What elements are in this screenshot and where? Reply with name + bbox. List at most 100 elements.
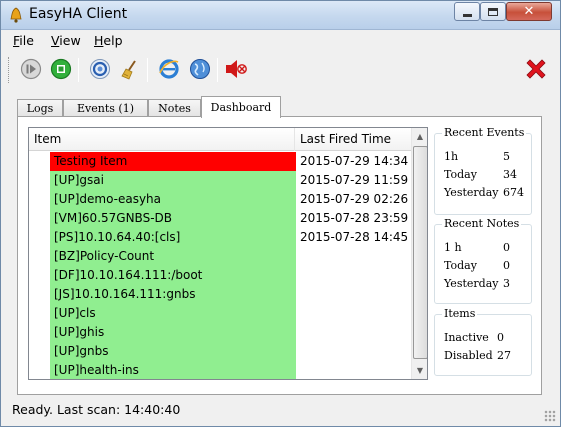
group-title: Recent Events bbox=[442, 126, 527, 139]
status-bar: Ready. Last scan: 14:40:40 bbox=[1, 396, 560, 426]
exit-x-icon bbox=[526, 59, 546, 79]
list-header: Item Last Fired Time bbox=[29, 128, 411, 151]
last-fired-cell: 2015-07-29 11:59 bbox=[300, 173, 409, 187]
menu-help[interactable]: Help bbox=[94, 33, 123, 48]
scroll-up-icon[interactable]: ▲ bbox=[412, 128, 427, 145]
item-cell: [JS]10.10.164.111:gnbs bbox=[50, 285, 296, 304]
menu-file[interactable]: File bbox=[13, 33, 34, 48]
stat-label: Disabled bbox=[444, 349, 493, 362]
toolbar-separator bbox=[217, 58, 218, 82]
stop-icon bbox=[50, 58, 72, 80]
list-row[interactable]: [UP]gsai 2015-07-29 11:59 bbox=[29, 171, 411, 190]
toolbar-separator bbox=[78, 58, 79, 82]
start-icon bbox=[20, 58, 42, 80]
last-fired-cell bbox=[295, 342, 411, 361]
close-icon: ✕ bbox=[523, 4, 535, 19]
last-fired-cell bbox=[295, 285, 411, 304]
item-cell: Testing Item bbox=[50, 152, 296, 171]
stat-value: 34 bbox=[503, 168, 517, 181]
toolbar-separator bbox=[147, 58, 148, 82]
tab-logs[interactable]: Logs bbox=[17, 99, 63, 117]
refresh-button[interactable] bbox=[87, 56, 113, 82]
stat-value: 0 bbox=[503, 259, 510, 272]
item-cell: [UP]gnbs bbox=[50, 342, 296, 361]
recent-events-group: Recent Events 1h 5 Today 34 Yesterday 67… bbox=[434, 126, 532, 215]
list-row[interactable]: [UP]health-ins bbox=[29, 361, 411, 379]
list-row[interactable]: [BZ]Policy-Count bbox=[29, 247, 411, 266]
clean-button[interactable] bbox=[117, 56, 143, 82]
window-title: EasyHA Client bbox=[29, 6, 128, 22]
list-row[interactable]: [UP]cls bbox=[29, 304, 411, 323]
item-cell: [UP]health-ins bbox=[50, 361, 296, 379]
list-row[interactable]: [DF]10.10.164.111:/boot bbox=[29, 266, 411, 285]
stat-label: Yesterday bbox=[444, 277, 499, 290]
list-row[interactable]: [VM]60.57GNBS-DB 2015-07-28 23:59 bbox=[29, 209, 411, 228]
stat-label: Inactive bbox=[444, 331, 489, 344]
stat-value: 27 bbox=[497, 349, 511, 362]
list-row[interactable]: [UP]demo-easyha 2015-07-29 02:26 bbox=[29, 190, 411, 209]
recent-notes-group: Recent Notes 1 h 0 Today 0 Yesterday 3 bbox=[434, 217, 532, 304]
column-header-last-fired[interactable]: Last Fired Time bbox=[295, 128, 411, 151]
close-button[interactable]: ✕ bbox=[506, 2, 552, 21]
tab-events[interactable]: Events (1) bbox=[63, 99, 148, 117]
start-button[interactable] bbox=[18, 56, 44, 82]
speaker-mute-icon bbox=[226, 60, 247, 78]
list-row[interactable]: [UP]ghis bbox=[29, 323, 411, 342]
item-cell: [PS]10.10.64.40:[cls] bbox=[50, 228, 296, 247]
mute-button[interactable] bbox=[223, 56, 249, 82]
stat-value: 3 bbox=[503, 277, 510, 290]
list-body: Testing Item 2015-07-29 14:34 [UP]gsai 2… bbox=[29, 152, 411, 379]
menu-view[interactable]: View bbox=[51, 33, 81, 48]
last-fired-cell: 2015-07-28 23:59 bbox=[300, 211, 409, 225]
resize-grip-icon[interactable] bbox=[544, 410, 556, 422]
web-button[interactable] bbox=[187, 56, 213, 82]
minimize-button[interactable] bbox=[454, 2, 480, 21]
maximize-icon bbox=[488, 7, 498, 16]
dashboard-panel: Item Last Fired Time Testing Item 2015-0… bbox=[17, 116, 542, 395]
item-cell: [UP]cls bbox=[50, 304, 296, 323]
tab-dashboard[interactable]: Dashboard bbox=[201, 96, 281, 118]
group-title: Items bbox=[442, 307, 478, 320]
list-row[interactable]: [PS]10.10.64.40:[cls] 2015-07-28 14:45 bbox=[29, 228, 411, 247]
stat-label: Today bbox=[444, 168, 477, 181]
item-cell: [BZ]Policy-Count bbox=[50, 247, 296, 266]
toolbar-grip[interactable] bbox=[8, 57, 11, 83]
items-group: Items Inactive 0 Disabled 27 bbox=[434, 307, 532, 376]
stat-label: 1 h bbox=[444, 241, 462, 254]
scroll-down-icon[interactable]: ▼ bbox=[412, 362, 427, 379]
menu-bar: File View Help bbox=[1, 30, 560, 51]
internet-explorer-icon bbox=[159, 59, 179, 79]
column-header-item[interactable]: Item bbox=[29, 128, 295, 151]
stat-label: Today bbox=[444, 259, 477, 272]
item-cell: [UP]demo-easyha bbox=[50, 190, 296, 209]
title-bar[interactable]: EasyHA Client ✕ bbox=[1, 1, 560, 30]
list-row[interactable]: [UP]gnbs bbox=[29, 342, 411, 361]
scrollbar-thumb[interactable] bbox=[413, 146, 427, 359]
last-fired-cell: 2015-07-29 02:26 bbox=[300, 192, 409, 206]
maximize-button[interactable] bbox=[480, 2, 506, 21]
open-browser-button[interactable] bbox=[156, 56, 182, 82]
last-fired-cell bbox=[295, 304, 411, 323]
stat-value: 0 bbox=[497, 331, 504, 344]
item-cell: [UP]gsai bbox=[50, 171, 296, 190]
list-row[interactable]: [JS]10.10.164.111:gnbs bbox=[29, 285, 411, 304]
tab-notes[interactable]: Notes bbox=[148, 99, 201, 117]
last-fired-cell bbox=[295, 323, 411, 342]
last-fired-cell bbox=[295, 247, 411, 266]
app-window: EasyHA Client ✕ File View Help Logs Even… bbox=[0, 0, 561, 427]
broom-icon bbox=[121, 60, 136, 80]
globe-icon bbox=[190, 59, 210, 79]
stat-label: 1h bbox=[444, 150, 459, 163]
stat-value: 5 bbox=[503, 150, 510, 163]
last-fired-cell bbox=[295, 361, 411, 379]
stat-label: Yesterday bbox=[444, 186, 499, 199]
stop-button[interactable] bbox=[48, 56, 74, 82]
toolbar bbox=[1, 51, 560, 91]
exit-button[interactable] bbox=[523, 56, 549, 82]
list-row[interactable]: Testing Item 2015-07-29 14:34 bbox=[29, 152, 411, 171]
last-fired-cell: 2015-07-28 14:45 bbox=[300, 230, 409, 244]
dashboard-list[interactable]: Item Last Fired Time Testing Item 2015-0… bbox=[28, 127, 428, 380]
list-scrollbar[interactable]: ▲ ▼ bbox=[411, 128, 427, 379]
status-text: Ready. Last scan: 14:40:40 bbox=[12, 402, 181, 417]
group-title: Recent Notes bbox=[442, 217, 522, 230]
